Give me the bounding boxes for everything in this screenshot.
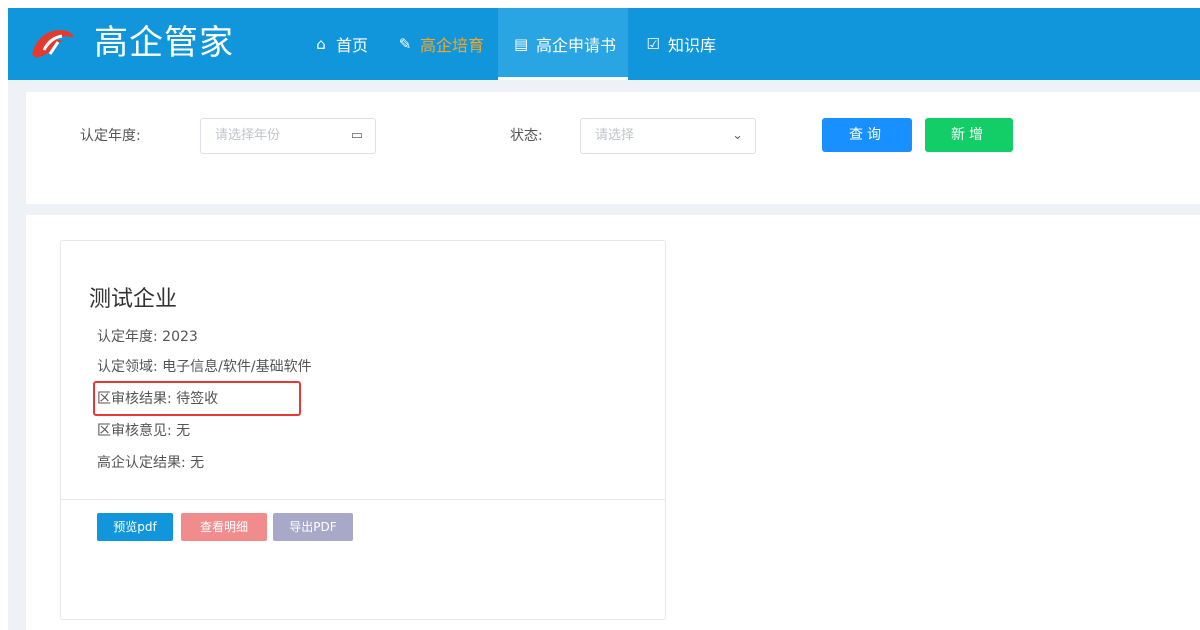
- application-card: 测试企业 认定年度: 2023 认定领域: 电子信息/软件/基础软件 区审核结果…: [60, 240, 666, 620]
- year-picker-input[interactable]: 请选择年份 ▭: [200, 118, 376, 154]
- top-navigation-bar: 高企管家 ⌂ 首页 ✎ 高企培育 ▤ 高企申请书 ☑ 知识库: [8, 8, 1200, 80]
- status-filter-label: 状态:: [510, 128, 543, 144]
- view-detail-button[interactable]: 查看明细: [181, 513, 267, 541]
- status-select[interactable]: 请选择 ⌄: [580, 118, 756, 154]
- nav-item-application[interactable]: ▤ 高企申请书: [498, 8, 629, 80]
- nav-item-label: 首页: [336, 36, 369, 55]
- company-name: 测试企业: [89, 287, 178, 312]
- nav-item-label: 高企申请书: [536, 36, 617, 55]
- card-field-year: 认定年度: 2023: [97, 329, 198, 345]
- highlight-box: [93, 381, 301, 416]
- preview-pdf-button[interactable]: 预览pdf: [97, 513, 173, 541]
- add-button[interactable]: 新增: [925, 118, 1013, 152]
- nav-item-label: 高企培育: [420, 36, 485, 55]
- nav-item-label: 知识库: [668, 36, 717, 55]
- card-field-certification-result: 高企认定结果: 无: [97, 455, 205, 471]
- card-divider: [61, 499, 665, 500]
- pen-icon: ✎: [398, 35, 412, 53]
- home-icon: ⌂: [316, 35, 326, 53]
- query-button[interactable]: 查询: [822, 118, 912, 152]
- logo-icon: [32, 30, 74, 58]
- year-filter-label: 认定年度:: [80, 128, 141, 144]
- export-pdf-button[interactable]: 导出PDF: [273, 513, 353, 541]
- document-icon: ▤: [513, 35, 529, 53]
- card-field-district-review-opinion: 区审核意见: 无: [97, 423, 191, 439]
- nav-item-cultivation[interactable]: ✎ 高企培育: [382, 8, 496, 80]
- app-title: 高企管家: [94, 23, 234, 63]
- book-icon: ☑: [646, 35, 660, 53]
- main-nav: ⌂ 首页 ✎ 高企培育 ▤ 高企申请书 ☑ 知识库: [298, 8, 730, 80]
- chevron-down-icon: ⌄: [732, 128, 743, 143]
- nav-item-knowledge-base[interactable]: ☑ 知识库: [630, 8, 728, 80]
- nav-item-home[interactable]: ⌂ 首页: [298, 8, 380, 80]
- card-field-domain: 认定领域: 电子信息/软件/基础软件: [97, 359, 312, 375]
- calendar-icon: ▭: [350, 128, 363, 143]
- year-picker-placeholder: 请选择年份: [215, 128, 281, 143]
- status-select-placeholder: 请选择: [595, 128, 635, 143]
